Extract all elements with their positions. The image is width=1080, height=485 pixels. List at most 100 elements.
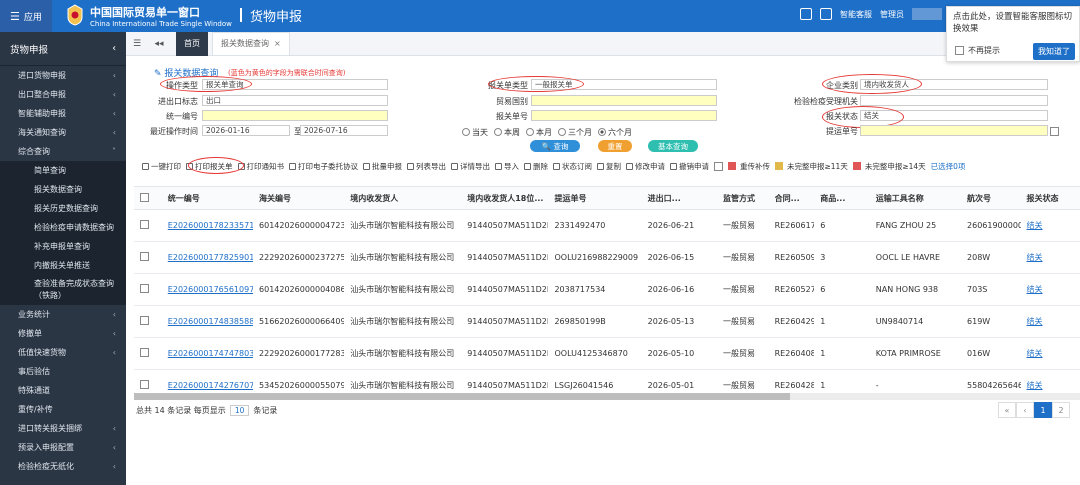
date-from-input[interactable]: 2026-01-16 xyxy=(202,125,290,136)
status-link[interactable]: 结关 xyxy=(1027,253,1043,262)
sidebar-item[interactable]: 海关通知查询 ‹ xyxy=(0,123,126,142)
row-checkbox[interactable] xyxy=(140,316,149,325)
unified-no-link[interactable]: E20260001765610979 xyxy=(168,285,253,294)
time-range-radio[interactable]: 当天 xyxy=(462,127,488,138)
table-row[interactable]: E20260001748385883 516620260000664092 汕头市瑞… xyxy=(134,306,1080,338)
reset-button[interactable]: 重置 xyxy=(598,140,632,152)
app-menu-button[interactable]: ☰ 应用 xyxy=(0,0,52,32)
unified-no-link[interactable]: E20260001778259013 xyxy=(168,253,253,262)
horizontal-scrollbar[interactable] xyxy=(134,393,1080,400)
got-it-button[interactable]: 我知道了 xyxy=(1033,43,1075,60)
sidebar-item[interactable]: 检验检疫无纸化 ‹ xyxy=(0,457,126,476)
inspect-org-input[interactable] xyxy=(860,95,1048,106)
column-header[interactable]: 监管方式 xyxy=(717,193,769,204)
toolbar-button[interactable]: 复制 xyxy=(597,161,621,172)
column-header[interactable]: 海关编号 xyxy=(253,193,344,204)
sidebar-item[interactable]: 低值快速货物 ‹ xyxy=(0,343,126,362)
unified-no-link[interactable]: E20260001747478039 xyxy=(168,349,253,358)
trade-country-input[interactable] xyxy=(531,95,717,106)
unified-no-link[interactable]: E20260001742767073 xyxy=(168,381,253,390)
scroll-thumb[interactable] xyxy=(134,393,790,400)
column-header[interactable]: 运输工具名称 xyxy=(870,193,961,204)
entry-no-input[interactable] xyxy=(531,110,717,121)
sidebar-subitem[interactable]: 内撤报关单推送 xyxy=(0,256,126,275)
sidebar-item[interactable]: 重传/补传 xyxy=(0,400,126,419)
toolbar-button[interactable]: 状态订阅 xyxy=(553,161,592,172)
status-link[interactable]: 结关 xyxy=(1027,285,1043,294)
sidebar-subitem[interactable]: 查验准备完成状态查询（铁路） xyxy=(0,275,126,305)
row-checkbox[interactable] xyxy=(140,348,149,357)
tab-back-icon[interactable]: ◂◂ xyxy=(148,32,170,56)
column-header[interactable]: 提运单号 xyxy=(548,193,641,204)
row-checkbox[interactable] xyxy=(140,380,149,389)
mail-icon[interactable] xyxy=(820,8,832,20)
unified-no-link[interactable]: E20260001748385883 xyxy=(168,317,253,326)
tab-query[interactable]: 报关数据查询 × xyxy=(212,31,290,56)
sidebar-header[interactable]: 货物申报 ‹ xyxy=(0,32,126,66)
page-button[interactable]: ‹ xyxy=(1016,402,1034,418)
row-checkbox[interactable] xyxy=(140,220,149,229)
sidebar-item[interactable]: 进口货物申报 ‹ xyxy=(0,66,126,85)
toolbar-button[interactable]: 一键打印 xyxy=(142,161,181,172)
toolbar-button[interactable]: 修改申请 xyxy=(626,161,665,172)
column-header[interactable]: 境内收发货人18位... xyxy=(461,193,548,204)
row-checkbox[interactable] xyxy=(140,252,149,261)
tab-home[interactable]: 首页 xyxy=(176,31,208,56)
select-all-checkbox[interactable] xyxy=(140,192,149,202)
search-button[interactable]: 🔍 查询 xyxy=(530,140,580,152)
message-icon[interactable] xyxy=(800,8,812,20)
date-to-input[interactable]: 2026-07-16 xyxy=(300,125,388,136)
sidebar-subitem[interactable]: 报关历史数据查询 xyxy=(0,199,126,218)
table-row[interactable]: E20260001778259013 222920260002372754 汕头市瑞… xyxy=(134,242,1080,274)
status-link[interactable]: 结关 xyxy=(1027,349,1043,358)
table-row[interactable]: E20260001747478039 222920260001772834 汕头市瑞… xyxy=(134,338,1080,370)
sidebar-subitem[interactable]: 简单查询 xyxy=(0,161,126,180)
page-button[interactable]: « xyxy=(998,402,1016,418)
sidebar-subitem[interactable]: 补充申报单查询 xyxy=(0,237,126,256)
column-header[interactable]: 统一编号 xyxy=(162,193,253,204)
toolbar-button[interactable]: 删除 xyxy=(524,161,548,172)
admin-label[interactable]: 管理员 xyxy=(880,9,904,20)
time-range-radio[interactable]: 三个月 xyxy=(558,127,592,138)
support-link[interactable]: 智能客服 xyxy=(840,9,872,20)
bl-checkbox[interactable] xyxy=(1050,127,1059,136)
toolbar-button[interactable]: 批量申报 xyxy=(363,161,402,172)
sidebar-item[interactable]: 进口转关报关捆绑 ‹ xyxy=(0,419,126,438)
row-checkbox[interactable] xyxy=(140,284,149,293)
unified-no-input[interactable] xyxy=(202,110,388,121)
sidebar-item[interactable]: 出口整合申报 ‹ xyxy=(0,85,126,104)
sidebar-subitem[interactable]: 报关数据查询 xyxy=(0,180,126,199)
status-link[interactable]: 结关 xyxy=(1027,221,1043,230)
time-range-radio[interactable]: 本月 xyxy=(526,127,552,138)
column-header[interactable]: 境内收发货人 xyxy=(344,193,461,204)
unified-no-link[interactable]: E20260001782335719 xyxy=(168,221,253,230)
menu-toggle-icon[interactable]: ☰ xyxy=(126,32,148,56)
sidebar-item[interactable]: 综合查询 ˅ xyxy=(0,142,126,161)
toolbar-button[interactable]: 详情导出 xyxy=(451,161,490,172)
page-size-select[interactable]: 10 xyxy=(229,405,250,416)
time-range-radio[interactable]: 本周 xyxy=(494,127,520,138)
page-button[interactable]: 2 xyxy=(1052,402,1070,418)
sidebar-subitem[interactable]: 检验检疫申请数据查询 xyxy=(0,218,126,237)
bl-no-input[interactable] xyxy=(860,125,1048,136)
toolbar-button[interactable]: 撤销申请 xyxy=(670,161,709,172)
table-row[interactable]: E20260001782335719 601420260000047232 汕头市瑞… xyxy=(134,210,1080,242)
basic-query-button[interactable]: 基本查询 xyxy=(648,140,698,152)
toolbar-button[interactable]: 列表导出 xyxy=(407,161,446,172)
close-icon[interactable]: × xyxy=(274,39,281,48)
status-link[interactable]: 结关 xyxy=(1027,381,1043,390)
toolbar-button[interactable]: 打印通知书 xyxy=(237,161,284,172)
toolbar-checkbox[interactable] xyxy=(714,161,723,171)
sidebar-item[interactable]: 业务统计 ‹ xyxy=(0,305,126,324)
sidebar-item[interactable]: 智能辅助申报 ‹ xyxy=(0,104,126,123)
page-button[interactable]: 1 xyxy=(1034,402,1052,418)
column-header[interactable]: 进出口... xyxy=(642,193,717,204)
toolbar-button[interactable]: 打印电子委托协议 xyxy=(289,161,358,172)
time-range-radio[interactable]: 六个月 xyxy=(598,127,632,138)
column-header[interactable]: 报关状态 xyxy=(1021,193,1080,204)
sidebar-item[interactable]: 事后验估 xyxy=(0,362,126,381)
sidebar-item[interactable]: 预录入申报配置 ‹ xyxy=(0,438,126,457)
no-remind-checkbox[interactable]: 不再提示 xyxy=(955,45,1000,56)
status-link[interactable]: 结关 xyxy=(1027,317,1043,326)
sidebar-item[interactable]: 特殊通道 xyxy=(0,381,126,400)
